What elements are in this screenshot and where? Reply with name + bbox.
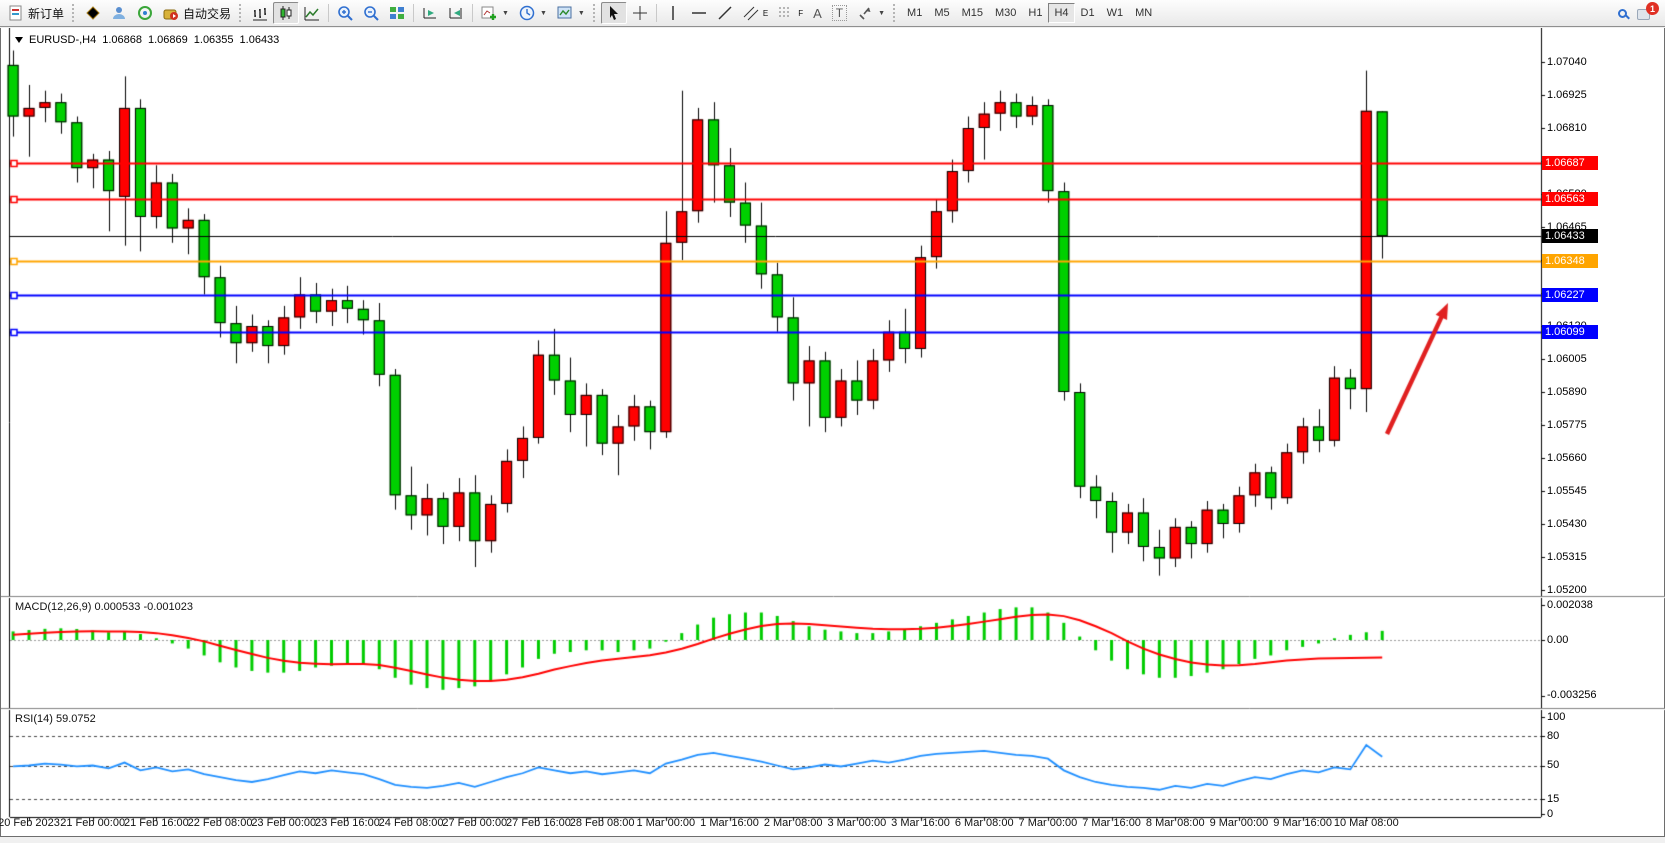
timeframe-M30[interactable]: M30 [989,3,1022,23]
zoom-in-icon [337,5,353,21]
vertical-line-icon [665,5,681,21]
timeframe-H1[interactable]: H1 [1022,3,1048,23]
text-label-tool-button[interactable]: T [827,2,852,24]
fibonacci-icon [778,5,794,21]
chevron-down-icon: ▼ [540,10,547,17]
timeframe-H4[interactable]: H4 [1048,3,1074,23]
fibonacci-tool-button[interactable]: F [773,2,808,24]
new-order-icon [8,5,24,21]
chat-bubble-icon: 1 [1637,4,1657,22]
templates-button[interactable]: ▼ [552,2,590,24]
trendline-icon [717,5,733,21]
market-watch-button[interactable] [80,2,106,24]
template-chart-icon [557,5,573,21]
timeframe-D1[interactable]: D1 [1075,3,1101,23]
toolbar-separator [328,4,329,22]
symbol-dropdown-icon[interactable] [15,37,23,43]
timeframe-W1[interactable]: W1 [1101,3,1130,23]
equidistant-channel-tool-button[interactable]: E [738,2,773,24]
crosshair-icon [632,5,648,21]
arrows-shapes-icon [857,5,873,21]
auto-scroll-icon [422,5,438,21]
zoom-out-button[interactable] [358,2,384,24]
signal-icon [137,5,153,21]
auto-trading-button[interactable]: 自动交易 [158,2,236,24]
zoom-out-icon [363,5,379,21]
text-label-icon: T [832,5,847,21]
candlestick-chart-canvas[interactable] [1,28,1665,837]
toolbar-separator [413,4,414,22]
toolbar-grip [893,4,898,22]
zoom-in-button[interactable] [332,2,358,24]
symbol-label: EURUSD-,H4 [29,34,96,46]
channel-icon [743,5,759,21]
periods-button[interactable]: ▼ [514,2,552,24]
horizontal-line-tool-button[interactable] [686,2,712,24]
tile-windows-icon [389,5,405,21]
crosshair-tool-button[interactable] [627,2,653,24]
chart-shift-button[interactable] [443,2,469,24]
arrows-tool-button[interactable]: ▼ [852,2,890,24]
cursor-tool-button[interactable] [601,2,627,24]
auto-trading-icon [163,5,179,21]
toolbar-grip [239,4,244,22]
main-toolbar: 新订单 自动交易 [0,0,1665,27]
toolbar-grip [593,4,598,22]
bar-chart-icon [252,5,268,21]
notification-count-badge: 1 [1646,2,1659,15]
candlestick-chart-type-button[interactable] [273,2,299,24]
vertical-line-tool-button[interactable] [660,2,686,24]
trendline-tool-button[interactable] [712,2,738,24]
clock-icon [519,5,535,21]
chart-shift-icon [448,5,464,21]
fibo-suffix-label: F [798,9,803,18]
candlestick-icon [278,5,294,21]
toolbar-separator [656,4,657,22]
indicators-button[interactable]: ▼ [476,2,514,24]
line-chart-icon [304,5,320,21]
gold-diamond-icon [85,5,101,21]
timeframe-M5[interactable]: M5 [928,3,955,23]
search-button[interactable] [1613,2,1632,24]
chart-title[interactable]: EURUSD-,H4 1.06868 1.06869 1.06355 1.064… [15,34,279,46]
add-indicator-icon [481,5,497,21]
chevron-down-icon: ▼ [578,10,585,17]
text-tool-button[interactable]: A [808,2,827,24]
community-button[interactable] [106,2,132,24]
ohlc-high: 1.06869 [148,34,188,46]
tile-windows-button[interactable] [384,2,410,24]
line-chart-type-button[interactable] [299,2,325,24]
new-order-button[interactable]: 新订单 [3,2,69,24]
timeframe-M15[interactable]: M15 [956,3,989,23]
channel-suffix-label: E [763,9,768,18]
chart-window: EURUSD-,H4 1.06868 1.06869 1.06355 1.064… [0,28,1665,837]
search-icon [1618,9,1627,18]
horizontal-line-icon [691,5,707,21]
signals-button[interactable] [132,2,158,24]
toolbar-separator [472,4,473,22]
ohlc-open: 1.06868 [102,34,142,46]
timeframe-M1[interactable]: M1 [901,3,928,23]
new-order-label: 新订单 [28,5,64,22]
timeframe-group: M1M5M15M30H1H4D1W1MN [901,3,1158,23]
auto-trading-label: 自动交易 [183,5,231,22]
toolbar-grip [72,4,77,22]
person-icon [111,5,127,21]
cursor-arrow-icon [606,5,622,21]
ohlc-close: 1.06433 [240,34,280,46]
auto-scroll-button[interactable] [417,2,443,24]
timeframe-MN[interactable]: MN [1129,3,1158,23]
ohlc-low: 1.06355 [194,34,234,46]
chevron-down-icon: ▼ [878,10,885,17]
chevron-down-icon: ▼ [502,10,509,17]
notifications-button[interactable]: 1 [1632,2,1662,24]
text-tool-icon: A [813,6,822,21]
bar-chart-type-button[interactable] [247,2,273,24]
